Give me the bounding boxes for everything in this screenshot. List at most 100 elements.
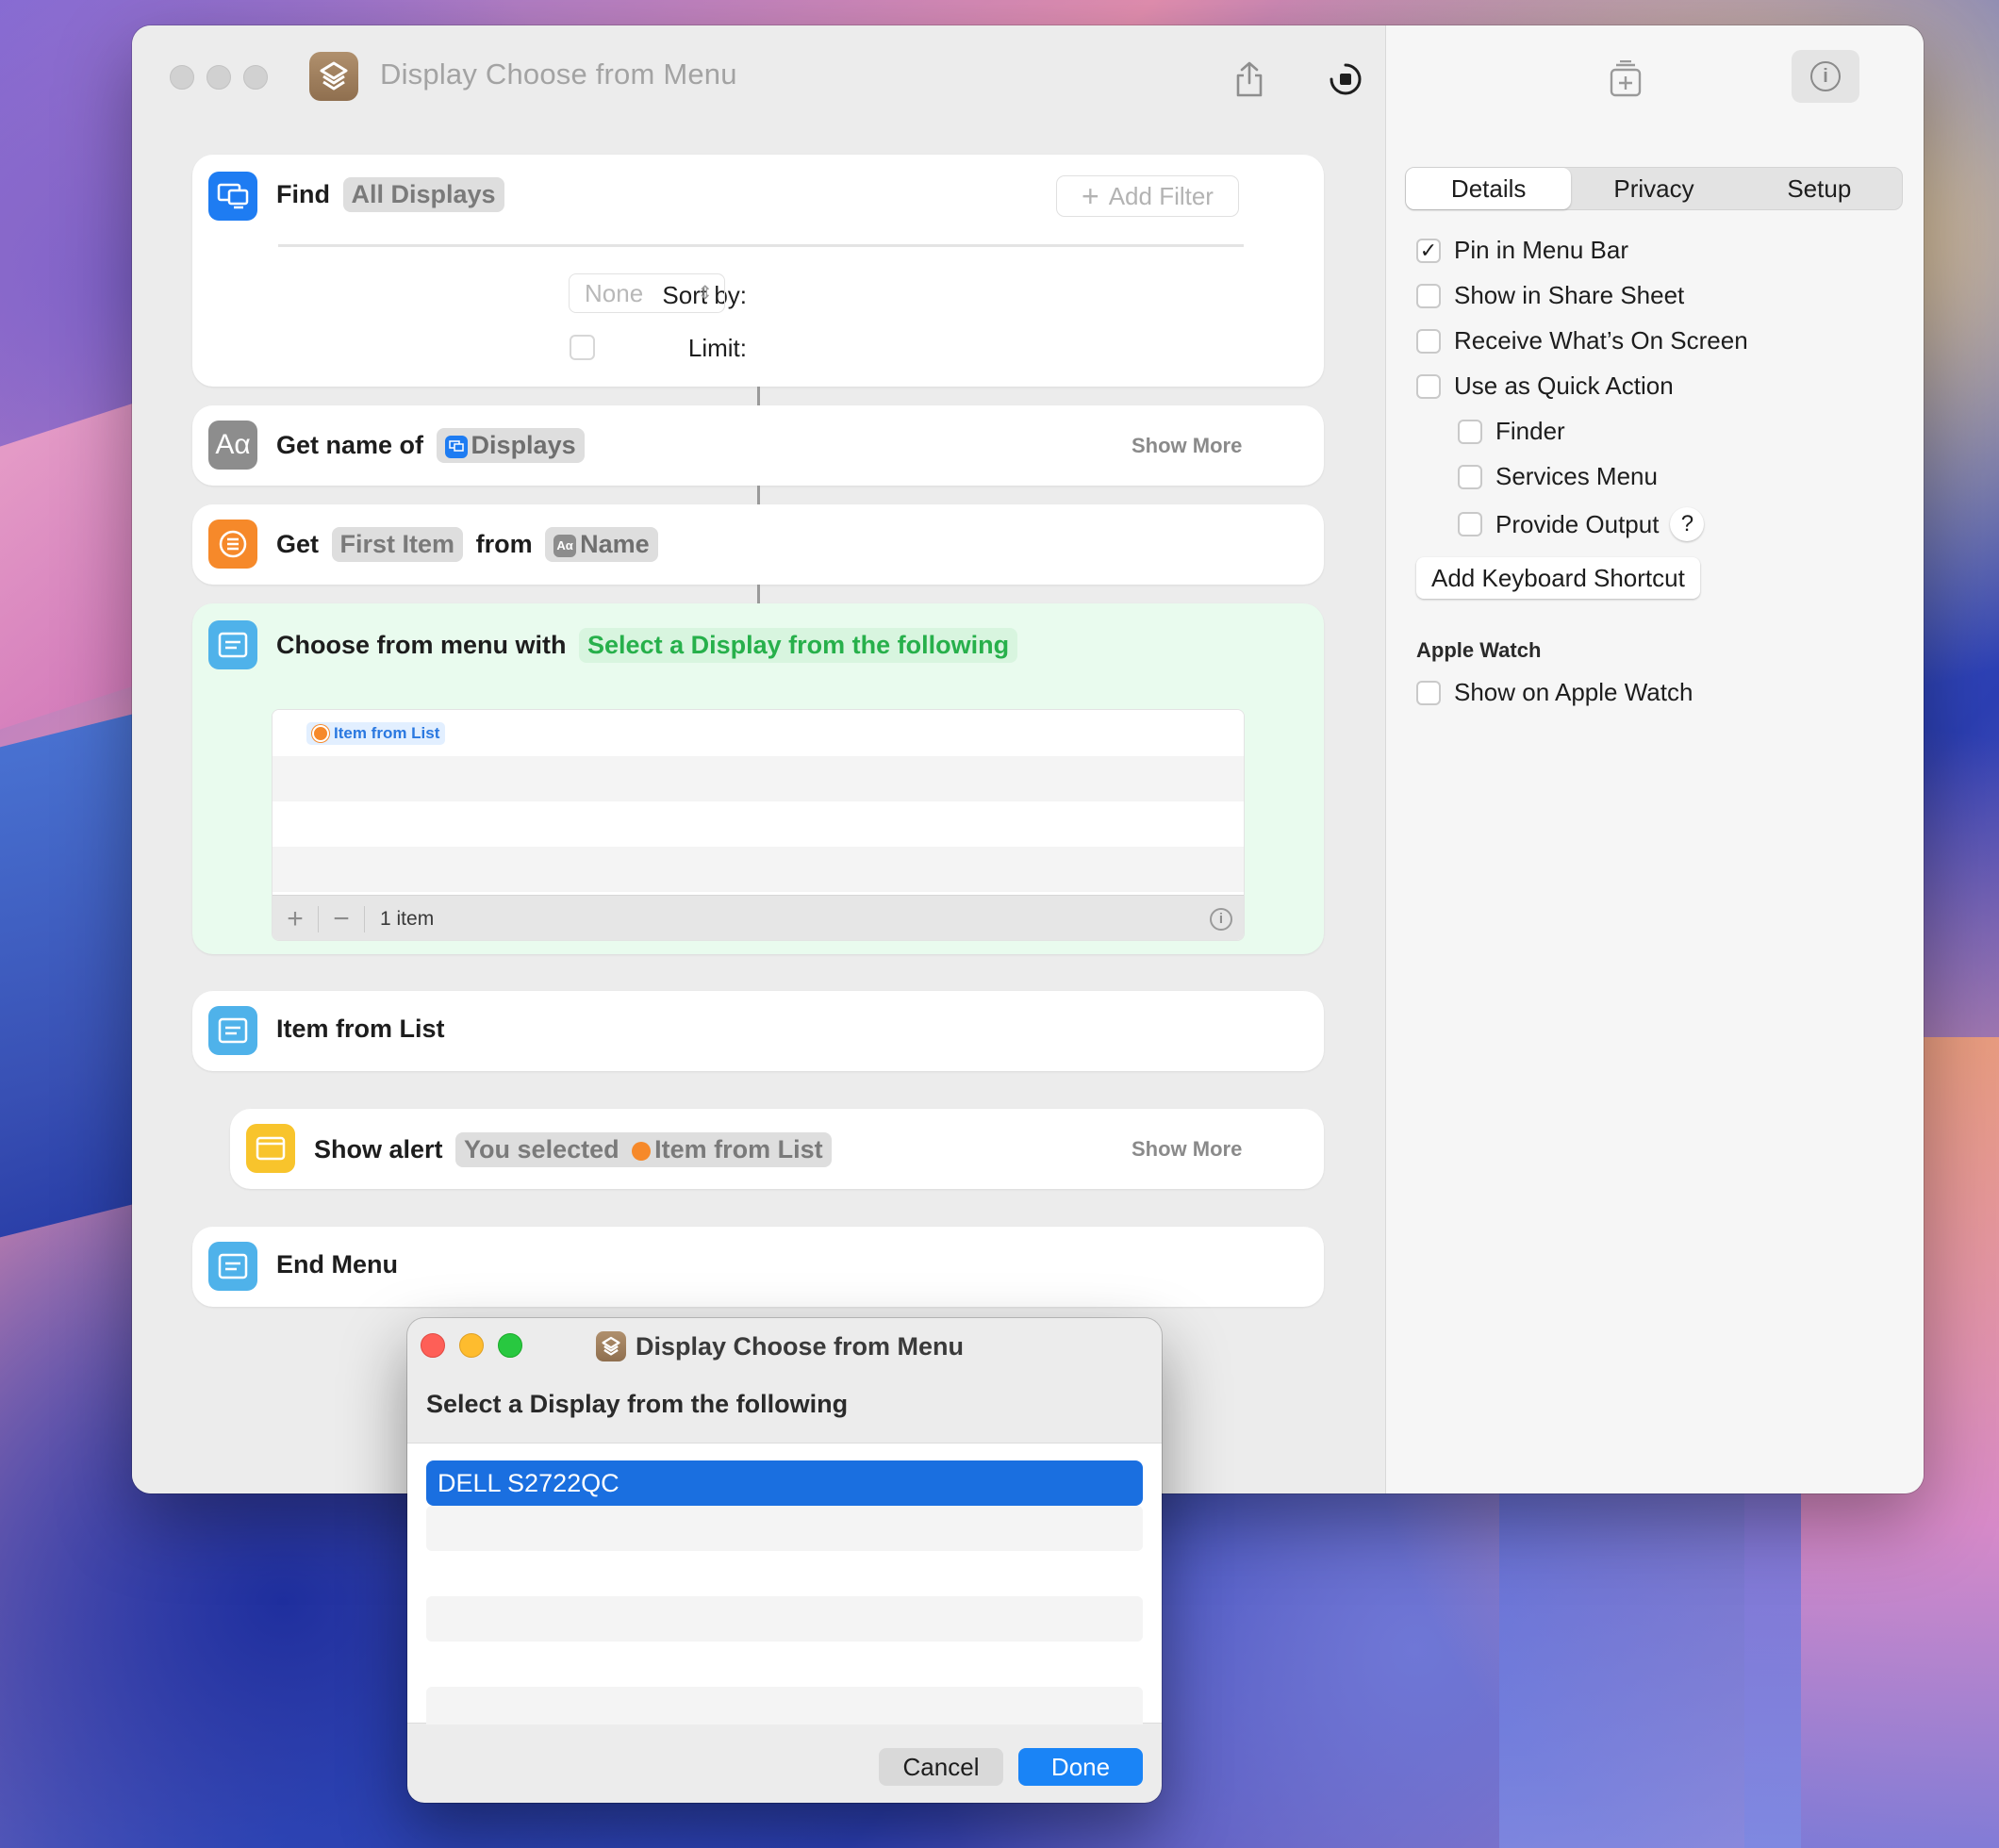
show-alert-verb: Show alert: [314, 1135, 443, 1163]
find-action-card[interactable]: Find All Displays + Add Filter Sort by: …: [192, 155, 1324, 387]
zoom-button[interactable]: [243, 65, 268, 90]
menu-icon: [208, 1242, 257, 1291]
item-count: 1 item: [380, 907, 435, 930]
add-to-library-button[interactable]: [1602, 56, 1649, 103]
end-menu-label: End Menu: [276, 1250, 398, 1279]
menu-icon: [208, 620, 257, 669]
finder-label: Finder: [1495, 417, 1565, 445]
displays-mini-icon: [444, 435, 468, 458]
receive-screen-label: Receive What’s On Screen: [1454, 326, 1748, 355]
chevron-updown-icon: ⇕: [697, 283, 713, 304]
share-button[interactable]: [1226, 56, 1273, 103]
show-more-button[interactable]: Show More: [1132, 434, 1242, 458]
dialog-zoom-button[interactable]: [498, 1333, 522, 1358]
quick-action-option[interactable]: Use as Quick Action: [1416, 371, 1674, 401]
displays-token[interactable]: Displays: [436, 428, 585, 463]
name-token[interactable]: Aα Name: [545, 527, 658, 562]
table-footer: + − 1 item i: [273, 895, 1244, 940]
alert-variable: Item from List: [654, 1135, 823, 1163]
menu-prompt-token[interactable]: Select a Display from the following: [579, 628, 1018, 663]
services-menu-label: Services Menu: [1495, 462, 1658, 490]
add-keyboard-shortcut-button[interactable]: Add Keyboard Shortcut: [1416, 557, 1700, 599]
menu-case-label: Item from List: [276, 1015, 445, 1043]
info-icon: i: [1810, 61, 1841, 91]
list-item[interactable]: DELL S2722QC: [426, 1460, 1143, 1506]
empty-row: [273, 847, 1244, 892]
text-mini-icon: Aα: [553, 534, 577, 557]
empty-list-row: [426, 1506, 1143, 1551]
apple-watch-checkbox[interactable]: [1416, 680, 1441, 705]
dialog-window-controls: [421, 1333, 522, 1358]
services-menu-checkbox[interactable]: [1458, 464, 1482, 489]
list-icon: [208, 520, 257, 569]
pin-menu-bar-checkbox[interactable]: ✓: [1416, 238, 1441, 263]
window-title: Display Choose from Menu: [380, 58, 737, 91]
info-icon[interactable]: i: [1210, 907, 1232, 931]
dialog-close-button[interactable]: [421, 1333, 445, 1358]
share-sheet-checkbox[interactable]: [1416, 283, 1441, 308]
info-button[interactable]: i: [1792, 50, 1859, 103]
help-button[interactable]: ?: [1670, 507, 1705, 541]
services-menu-option[interactable]: Services Menu: [1458, 462, 1658, 491]
name-token-label: Name: [580, 530, 650, 558]
all-displays-token[interactable]: All Displays: [342, 177, 504, 212]
alert-icon: [246, 1124, 295, 1173]
choose-menu-verb: Choose from menu with: [276, 631, 567, 659]
receive-screen-option[interactable]: Receive What’s On Screen: [1416, 326, 1748, 355]
menu-items-table: Item from List + − 1 item i: [272, 709, 1245, 941]
add-item-button[interactable]: +: [273, 903, 318, 935]
alert-text-token[interactable]: You selected Item from List: [455, 1132, 832, 1167]
tab-privacy[interactable]: Privacy: [1571, 168, 1736, 209]
remove-item-button[interactable]: −: [319, 903, 364, 935]
limit-checkbox[interactable]: [570, 335, 595, 360]
show-more-button[interactable]: Show More: [1132, 1137, 1242, 1162]
finder-option[interactable]: Finder: [1458, 417, 1565, 446]
empty-row: [273, 756, 1244, 801]
connector: [757, 387, 760, 405]
share-sheet-label: Show in Share Sheet: [1454, 281, 1685, 309]
minimize-button[interactable]: [207, 65, 231, 90]
run-button[interactable]: [1322, 56, 1369, 103]
finder-checkbox[interactable]: [1458, 419, 1482, 444]
tab-setup[interactable]: Setup: [1737, 168, 1902, 209]
tab-details[interactable]: Details: [1406, 168, 1572, 209]
choose-menu-action-card[interactable]: Choose from menu with Select a Display f…: [192, 603, 1324, 954]
menu-case-card[interactable]: Item from List: [192, 991, 1324, 1071]
empty-row: [273, 801, 1244, 847]
share-sheet-option[interactable]: Show in Share Sheet: [1416, 281, 1684, 310]
apple-watch-label: Show on Apple Watch: [1454, 678, 1693, 706]
end-menu-card[interactable]: End Menu: [192, 1227, 1324, 1307]
provide-output-option[interactable]: Provide Output ?: [1458, 507, 1705, 541]
list-mini-icon: [632, 1141, 652, 1161]
editor-pane: Display Choose from Menu Find All Displa…: [132, 25, 1385, 1493]
layers-icon: [596, 1331, 626, 1361]
empty-list-row: [426, 1596, 1143, 1642]
text-icon: Aα: [208, 421, 257, 470]
close-button[interactable]: [170, 65, 194, 90]
get-name-verb: Get name of: [276, 431, 424, 459]
cancel-button[interactable]: Cancel: [879, 1748, 1003, 1786]
plus-icon: +: [1082, 179, 1099, 213]
show-alert-action-card[interactable]: Show alert You selected Item from List S…: [230, 1109, 1324, 1189]
first-item-token[interactable]: First Item: [331, 527, 464, 562]
share-icon: [1236, 61, 1263, 97]
add-filter-button[interactable]: + Add Filter: [1056, 175, 1239, 217]
done-button[interactable]: Done: [1018, 1748, 1143, 1786]
library-add-icon: [1610, 60, 1642, 97]
dialog-list: DELL S2722QC: [407, 1443, 1162, 1724]
apple-watch-heading: Apple Watch: [1416, 638, 1542, 662]
item-from-list-token[interactable]: Item from List: [306, 721, 446, 745]
shortcut-icon[interactable]: [309, 52, 358, 101]
provide-output-checkbox[interactable]: [1458, 512, 1482, 536]
sort-popup[interactable]: None ⇕: [569, 273, 725, 313]
get-item-action-card[interactable]: Get First Item from Aα Name: [192, 504, 1324, 585]
get-name-action-card[interactable]: Aα Get name of Displays Show More: [192, 405, 1324, 486]
receive-screen-checkbox[interactable]: [1416, 328, 1441, 354]
pin-menu-bar-option[interactable]: ✓ Pin in Menu Bar: [1416, 236, 1628, 265]
quick-action-checkbox[interactable]: [1416, 373, 1441, 399]
connector: [757, 585, 760, 603]
apple-watch-option[interactable]: Show on Apple Watch: [1416, 678, 1693, 707]
dialog-minimize-button[interactable]: [459, 1333, 484, 1358]
displays-token-label: Displays: [471, 431, 576, 459]
menu-item-row[interactable]: Item from List: [273, 710, 1244, 756]
